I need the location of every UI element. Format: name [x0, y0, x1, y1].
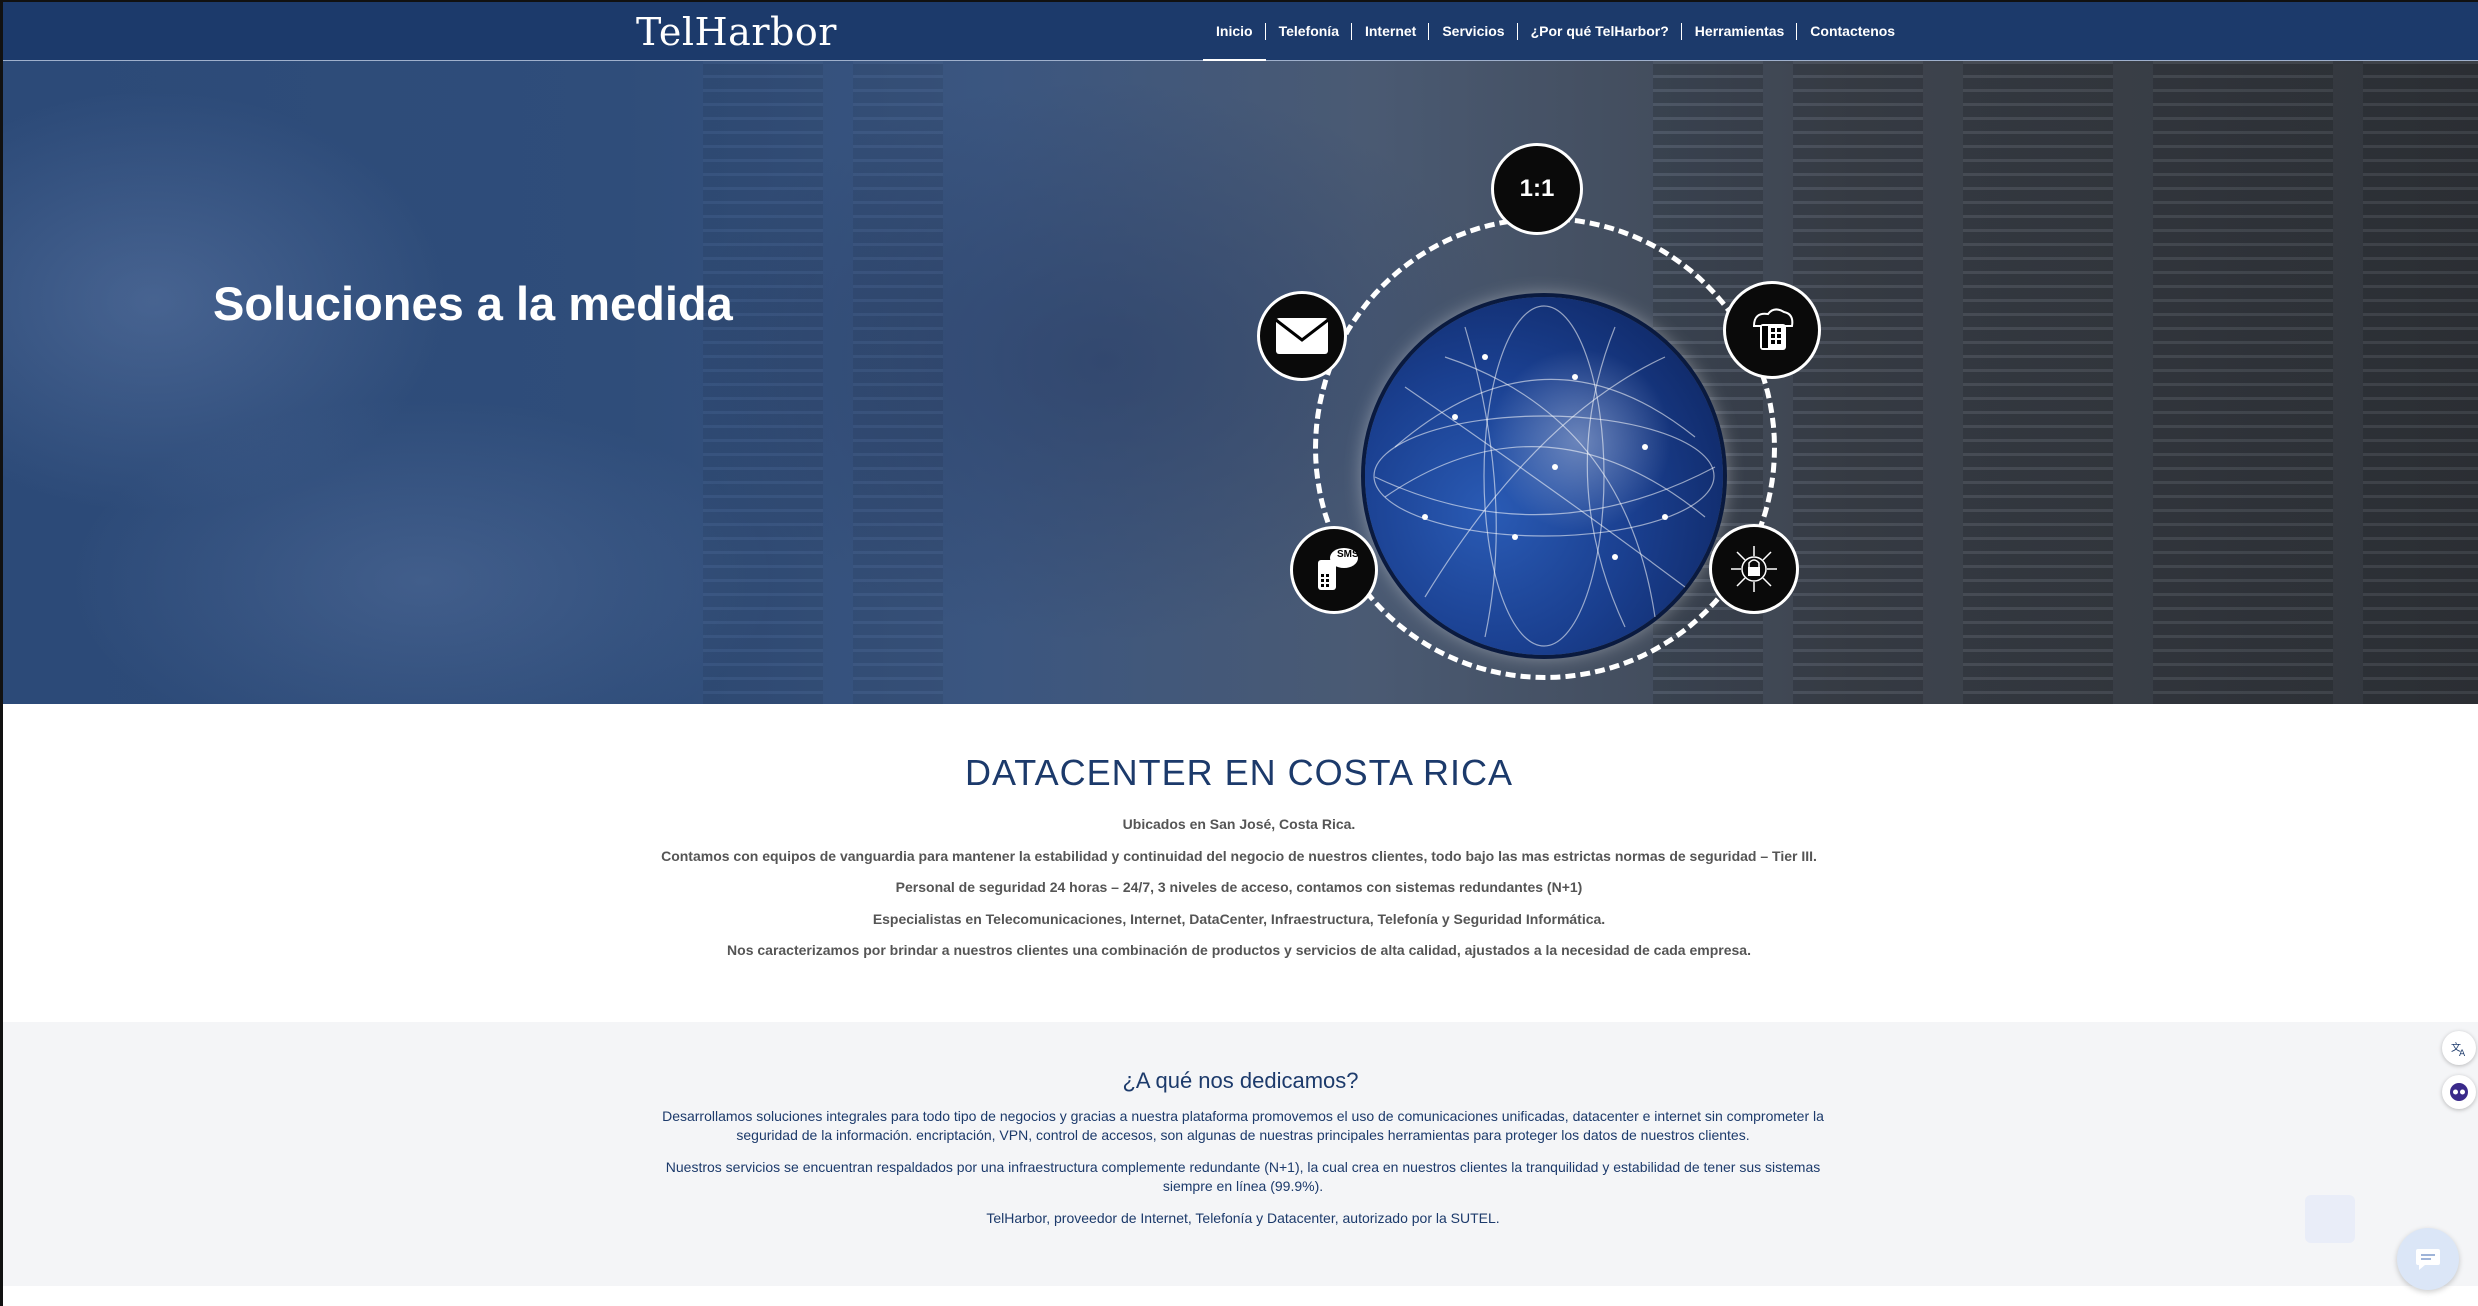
hero-banner: Soluciones a la medida 1:1 SMS: [3, 61, 2478, 704]
nav-item-inicio[interactable]: Inicio: [1203, 2, 1266, 61]
svg-text:A: A: [2459, 1049, 2466, 1057]
datacenter-line: Contamos con equipos de vanguardia para …: [661, 848, 1817, 864]
nav-label: Contactenos: [1810, 23, 1896, 39]
about-paragraph: TelHarbor, proveedor de Internet, Telefo…: [986, 1210, 1500, 1226]
envelope-glyph: [1275, 318, 1329, 354]
nav-label: Telefonía: [1278, 23, 1339, 39]
sms-phone-icon: SMS: [1290, 526, 1378, 614]
datacenter-line: Personal de seguridad 24 horas – 24/7, 3…: [895, 879, 1583, 895]
chat-button[interactable]: [2397, 1228, 2459, 1290]
phone-cloud-icon: [1723, 281, 1821, 379]
mail-icon: [1257, 291, 1347, 381]
nav-item-servicios[interactable]: Servicios: [1428, 2, 1517, 60]
nav-separator: [1428, 23, 1430, 40]
chat-icon: [2416, 1249, 2440, 1270]
about-paragraph: Desarrollamos soluciones integrales para…: [662, 1108, 1824, 1143]
nav-item-herramientas[interactable]: Herramientas: [1680, 2, 1798, 60]
nav-separator: [1680, 23, 1682, 40]
one-to-one-label: 1:1: [1519, 175, 1555, 202]
nav-item-por-que[interactable]: ¿Por qué TelHarbor?: [1516, 2, 1682, 60]
nav-label: Servicios: [1442, 23, 1505, 39]
datacenter-line: Ubicados en San José, Costa Rica.: [1122, 816, 1356, 832]
datacenter-line: Especialistas en Telecomunicaciones, Int…: [872, 911, 1606, 927]
nav-separator: [1796, 23, 1798, 40]
nav-separator: [1516, 23, 1518, 40]
lock-circuit-icon: [1709, 524, 1799, 614]
hero-title: Soluciones a la medida: [213, 277, 733, 330]
server-rack-bg: [1963, 61, 2113, 704]
phone-glyph: [1752, 308, 1794, 350]
nav-separator: [1350, 23, 1352, 40]
nav-item-internet[interactable]: Internet: [1350, 2, 1429, 60]
accessibility-button[interactable]: [2442, 1075, 2476, 1109]
translate-icon: 文 A: [2451, 1041, 2466, 1057]
about-paragraph: Nuestros servicios se encuentran respald…: [665, 1159, 1821, 1194]
sms-label: SMS: [1337, 549, 1359, 560]
globe-network-lines: [1373, 305, 1716, 647]
nav-item-telefonia[interactable]: Telefonía: [1264, 2, 1352, 60]
window-left-edge: [0, 0, 3, 1306]
translate-button[interactable]: 文 A: [2442, 1031, 2476, 1065]
nav-label: ¿Por qué TelHarbor?: [1530, 23, 1669, 39]
floating-widget[interactable]: [2305, 1195, 2355, 1243]
one-to-one-icon: 1:1: [1491, 143, 1583, 235]
server-rack-bg: [703, 61, 823, 704]
server-rack-bg: [853, 61, 943, 704]
site-header: TelHarbor Inicio Telefonía Internet Serv…: [3, 2, 2478, 61]
window-top-edge: [0, 0, 2478, 2]
nav-label: Internet: [1364, 23, 1417, 39]
nav-item-contactenos[interactable]: Contactenos: [1796, 2, 1908, 60]
about-section: ¿A qué nos dedicamos? Desarrollamos solu…: [3, 1022, 2478, 1286]
site-logo[interactable]: TelHarbor: [636, 10, 837, 54]
about-title: ¿A qué nos dedicamos?: [1122, 1068, 1359, 1093]
accessibility-icon: [2450, 1083, 2468, 1101]
lock-glyph: [1731, 546, 1777, 592]
nav-label: Herramientas: [1694, 23, 1785, 39]
server-rack-bg: [2363, 61, 2478, 704]
server-rack-bg: [1793, 61, 1923, 704]
datacenter-line: Nos caracterizamos por brindar a nuestro…: [727, 942, 1751, 958]
datacenter-title: DATACENTER EN COSTA RICA: [964, 752, 1514, 793]
main-nav: Inicio Telefonía Internet Servicios ¿Por…: [1203, 2, 1908, 61]
server-rack-bg: [2153, 61, 2333, 704]
nav-separator: [1264, 23, 1266, 40]
